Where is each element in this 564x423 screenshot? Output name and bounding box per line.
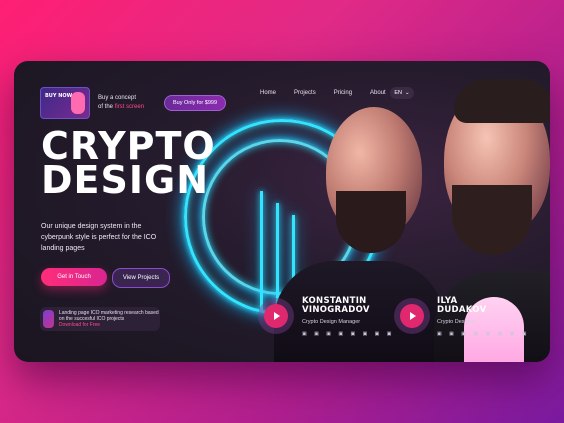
promo-thumbnail[interactable]: BUY NOW: [40, 87, 90, 119]
nav-about[interactable]: About: [370, 90, 386, 96]
chevron-down-icon: ⌄: [405, 90, 410, 96]
get-in-touch-button[interactable]: Get in Touch: [41, 268, 107, 286]
neon-bar: [276, 203, 279, 311]
language-select[interactable]: EN ⌄: [390, 87, 414, 99]
research-card[interactable]: Landing page ICO marketing research base…: [40, 307, 160, 331]
play-icon[interactable]: [264, 304, 288, 328]
social-icons[interactable]: ▣ ▣ ▣ ▣ ▣ ▣ ▣ ▣: [437, 331, 530, 337]
buy-button[interactable]: Buy Only for $999: [164, 95, 227, 111]
nav-home[interactable]: Home: [260, 90, 276, 96]
promo-banner: BUY NOW Buy a concept of the first scree…: [40, 87, 227, 119]
chart-icon: [43, 310, 54, 328]
nav-projects[interactable]: Projects: [294, 90, 316, 96]
download-link[interactable]: Download for Free: [59, 322, 160, 328]
view-projects-button[interactable]: View Projects: [112, 268, 170, 288]
play-icon[interactable]: [400, 304, 424, 328]
speaker-info-ilya: ILYA DUDAKOV Crypto Designer ▣ ▣ ▣ ▣ ▣ ▣…: [437, 296, 530, 338]
hero-subtitle: Our unique design system in the cyberpun…: [41, 223, 157, 252]
hero-card: BUY NOW Buy a concept of the first scree…: [14, 61, 550, 362]
promo-text: Buy a concept of the first screen: [98, 95, 145, 110]
speaker-info-konstantin: KONSTANTIN VINOGRADOV Crypto Design Mana…: [302, 296, 395, 338]
social-icons[interactable]: ▣ ▣ ▣ ▣ ▣ ▣ ▣ ▣: [302, 331, 395, 337]
hero-title: CRYPTO DESIGN: [41, 124, 216, 202]
nav-pricing[interactable]: Pricing: [334, 90, 352, 96]
neon-bar: [260, 191, 263, 311]
main-nav: Home Projects Pricing About: [260, 90, 404, 96]
